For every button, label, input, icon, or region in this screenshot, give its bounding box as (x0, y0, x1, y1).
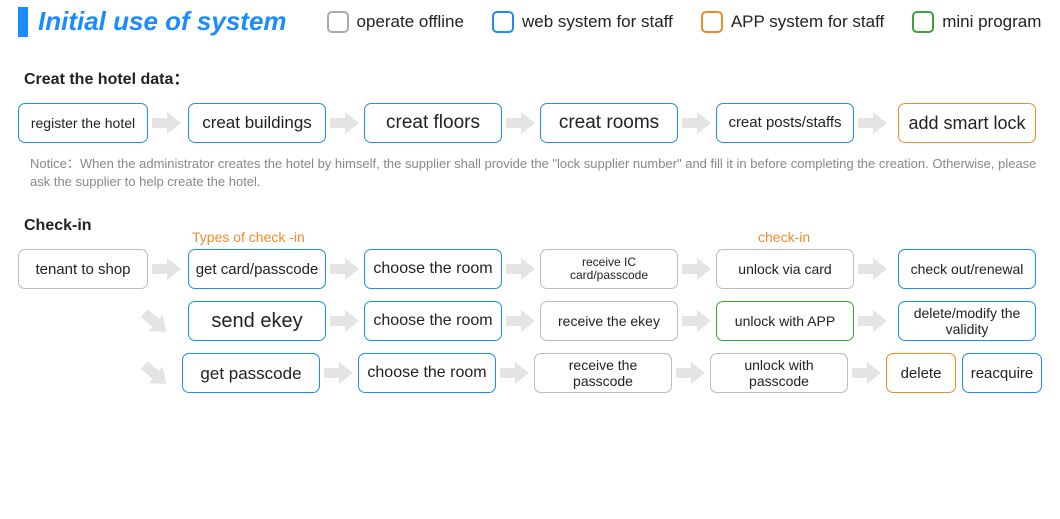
arrow-icon (676, 361, 706, 385)
node-create-rooms: creat rooms (540, 103, 678, 143)
legend-mini: mini program (912, 11, 1041, 33)
arrow-icon (682, 111, 712, 135)
swatch-green-icon (912, 11, 934, 33)
arrow-icon (682, 257, 712, 281)
node-checkout: check out/renewal (898, 249, 1036, 289)
node-unlock-card: unlock via card (716, 249, 854, 289)
arrow-icon (324, 361, 354, 385)
notice-text: Notice：When the administrator creates th… (30, 155, 1040, 191)
annot-checkin: check-in (758, 229, 810, 245)
node-receive-ic: receive IC card/passcode (540, 249, 678, 289)
node-create-buildings: creat buildings (188, 103, 326, 143)
arrow-icon (506, 309, 536, 333)
legend-app-label: APP system for staff (731, 12, 884, 32)
arrow-icon (330, 111, 360, 135)
legend-mini-label: mini program (942, 12, 1041, 32)
node-send-ekey: send ekey (188, 301, 326, 341)
header: Initial use of system operate offline we… (18, 6, 1042, 37)
title-accent-bar (18, 7, 28, 37)
node-unlock-passcode: unlock with passcode (710, 353, 848, 393)
arrow-icon (858, 111, 888, 135)
annot-types: Types of check -in (192, 229, 305, 245)
node-create-floors: creat floors (364, 103, 502, 143)
node-reacquire: reacquire (962, 353, 1042, 393)
arrow-diag-icon (132, 354, 177, 399)
section-hotel-data-heading: Creat the hotel data： (24, 65, 1042, 89)
node-get-card: get card/passcode (188, 249, 326, 289)
node-choose-room-2: choose the room (364, 301, 502, 341)
node-add-smart-lock: add smart lock (898, 103, 1036, 143)
checkin-row-2: send ekey choose the room receive the ek… (18, 301, 1042, 341)
arrow-icon (152, 257, 182, 281)
arrow-icon (506, 111, 536, 135)
flow-hotel-data: register the hotel creat buildings creat… (18, 103, 1042, 143)
node-receive-passcode: receive the passcode (534, 353, 672, 393)
node-create-posts: creat posts/staffs (716, 103, 854, 143)
arrow-icon (152, 111, 182, 135)
swatch-gray-icon (327, 11, 349, 33)
legend-web-label: web system for staff (522, 12, 673, 32)
arrow-icon (330, 309, 360, 333)
arrow-icon (858, 257, 888, 281)
page-title: Initial use of system (38, 6, 287, 37)
arrow-icon (682, 309, 712, 333)
legend-offline-label: operate offline (357, 12, 464, 32)
legend: operate offline web system for staff APP… (327, 11, 1042, 33)
arrow-icon (330, 257, 360, 281)
swatch-orange-icon (701, 11, 723, 33)
arrow-diag-icon (132, 302, 177, 347)
section-checkin-heading: Check-in (24, 217, 1042, 235)
node-receive-ekey: receive the ekey (540, 301, 678, 341)
legend-web: web system for staff (492, 11, 673, 33)
node-get-passcode: get passcode (182, 353, 320, 393)
checkin-row-1: tenant to shop Types of check -in get ca… (18, 249, 1042, 289)
arrow-icon (858, 309, 888, 333)
node-register-hotel: register the hotel (18, 103, 148, 143)
node-delete: delete (886, 353, 956, 393)
arrow-icon (500, 361, 530, 385)
arrow-icon (506, 257, 536, 281)
arrow-icon (852, 361, 882, 385)
checkin-row-3: get passcode choose the room receive the… (18, 353, 1042, 393)
node-tenant-to-shop: tenant to shop (18, 249, 148, 289)
node-choose-room-1: choose the room (364, 249, 502, 289)
node-choose-room-3: choose the room (358, 353, 496, 393)
node-delete-modify: delete/modify the validity (898, 301, 1036, 341)
swatch-blue-icon (492, 11, 514, 33)
legend-offline: operate offline (327, 11, 464, 33)
node-unlock-app: unlock with APP (716, 301, 854, 341)
legend-app: APP system for staff (701, 11, 884, 33)
